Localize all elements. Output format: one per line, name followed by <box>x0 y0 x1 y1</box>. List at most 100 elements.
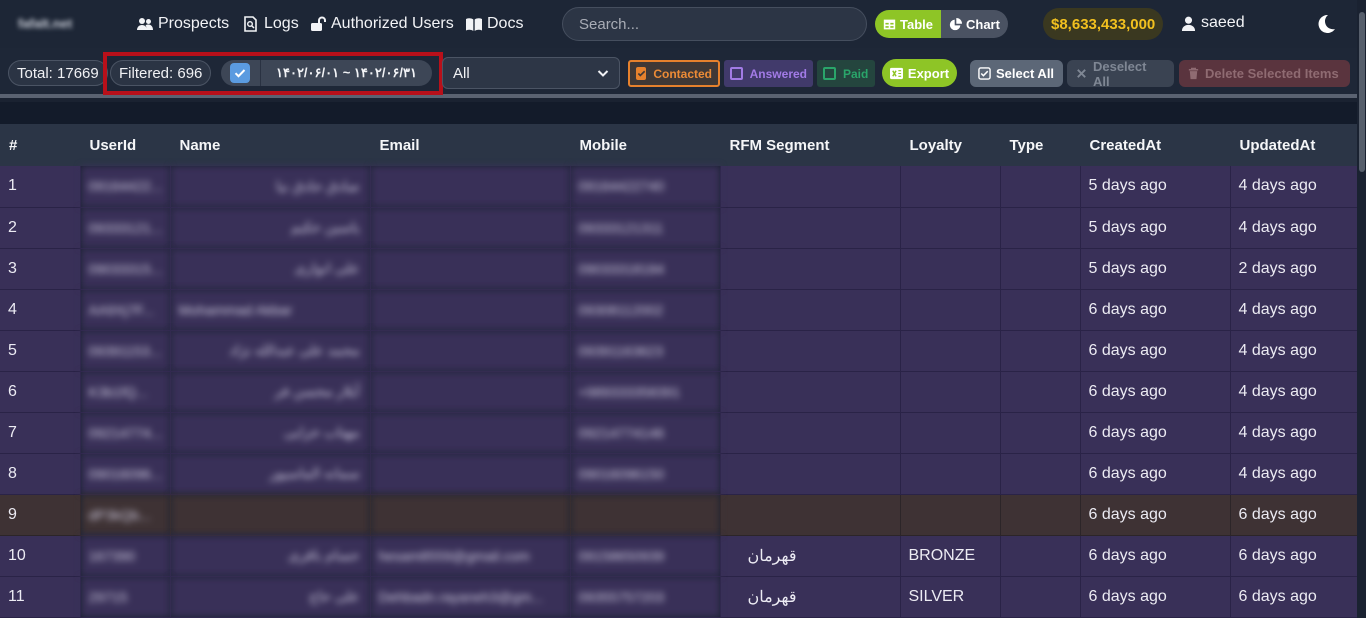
delete-selected-label: Delete Selected Items <box>1205 66 1339 81</box>
type-cell <box>1000 576 1081 618</box>
row-index-cell: 8 <box>0 453 81 495</box>
balance-badge: $8,633,433,000 <box>1043 8 1164 40</box>
name-cell: محمد علی عبدالله نژاد <box>170 330 371 372</box>
export-label: Export <box>907 65 950 81</box>
loyalty-cell <box>900 412 1001 454</box>
column-header[interactable]: UserId <box>80 124 171 166</box>
checkbox-empty-icon <box>823 67 836 80</box>
name-cell: حسام باقری <box>170 535 371 577</box>
user-id-cell: AA9Xj7F... <box>80 289 171 331</box>
table-row[interactable]: 4 AA9Xj7F... Mohammad Akbar 09308112002 6 da… <box>0 289 1357 331</box>
paid-label: Paid <box>843 66 869 81</box>
name-cell: مهتاب خزایی <box>170 412 371 454</box>
rfm-segment-cell <box>720 207 901 249</box>
deselect-all-button[interactable]: Deselect All <box>1067 58 1174 89</box>
column-header[interactable]: Type <box>1000 124 1081 166</box>
name-cell: Mohammad Akbar <box>170 289 371 331</box>
column-header[interactable]: Name <box>170 124 371 166</box>
prospects-table: # UserId Name Email Mobile RFM Segment Loyalty… <box>0 124 1357 618</box>
updated-at-cell: 6 days ago <box>1230 535 1357 577</box>
column-header[interactable]: # <box>0 124 81 166</box>
type-cell <box>1000 453 1081 495</box>
date-range-filter[interactable]: ۱۴۰۲/۰۶/۰۱ ~ ۱۴۰۲/۰۶/۳۱ <box>221 60 432 86</box>
table-row[interactable]: 8 09016096... سمانه الماسپور 09016096150 6 d… <box>0 453 1357 495</box>
updated-at-cell: 6 days ago <box>1230 576 1357 618</box>
moon-icon[interactable] <box>1315 13 1337 35</box>
contacted-label: Contacted <box>653 66 712 81</box>
status-select-value: All <box>453 64 470 82</box>
mobile-cell: 09214774146 <box>570 412 721 454</box>
table-row[interactable]: 5 09391153... محمد علی عبدالله نژاد 0939116… <box>0 330 1357 372</box>
deselect-all-label: Deselect All <box>1092 58 1147 89</box>
name-cell: علی حاج <box>170 576 371 618</box>
name-cell <box>170 494 371 536</box>
table-row[interactable]: 1 09164422... صادق حادق نیا 09164422740 5 da… <box>0 166 1357 208</box>
chart-view-label: Chart <box>966 16 1000 32</box>
answered-filter-toggle[interactable]: Answered <box>724 60 813 87</box>
file-search-icon <box>244 16 257 32</box>
view-toggle: Table Chart <box>875 10 1008 38</box>
trash-icon <box>1188 67 1199 80</box>
rfm-segment-cell <box>720 371 901 413</box>
nav-link-authorized-users[interactable]: Authorized Users <box>310 14 454 34</box>
column-header[interactable]: RFM Segment <box>720 124 901 166</box>
column-header[interactable]: CreatedAt <box>1080 124 1231 166</box>
book-icon <box>466 18 482 31</box>
user-id-cell: 09016096... <box>80 453 171 495</box>
user-menu[interactable]: saeed <box>1181 14 1245 32</box>
nav-link-label: Logs <box>264 15 299 32</box>
close-icon <box>1077 69 1086 78</box>
nav-link-label: Authorized Users <box>331 15 454 32</box>
table-row[interactable]: 9 dP3kQb... 6 days ago 6 days ago <box>0 494 1357 536</box>
table-row[interactable]: 11 29715 علی حاج Dehbadn.rayaneh3@gm... 0935… <box>0 576 1357 618</box>
table-row[interactable]: 2 09333121... یاسین حکیم 09333121311 5 days … <box>0 207 1357 249</box>
mobile-cell <box>570 494 721 536</box>
date-filter-checkbox[interactable] <box>230 63 250 83</box>
search-input[interactable] <box>562 7 867 41</box>
status-select[interactable]: All <box>442 57 620 89</box>
created-at-cell: 6 days ago <box>1080 289 1231 331</box>
check-icon <box>234 69 246 78</box>
nav-link-prospects[interactable]: Prospects <box>137 14 229 34</box>
contacted-filter-toggle[interactable]: Contacted <box>628 60 720 87</box>
updated-at-cell: 2 days ago <box>1230 248 1357 290</box>
brand-logo[interactable]: fafaIt.net <box>18 16 72 31</box>
column-header[interactable]: Email <box>370 124 571 166</box>
column-header[interactable]: Loyalty <box>900 124 1001 166</box>
created-at-cell: 6 days ago <box>1080 453 1231 495</box>
user-id-cell: 09333121... <box>80 207 171 249</box>
user-id-cell: dP3kQb... <box>80 494 171 536</box>
email-cell <box>370 289 571 331</box>
nav-link-docs[interactable]: Docs <box>466 14 523 34</box>
type-cell <box>1000 535 1081 577</box>
user-id-cell: 29715 <box>80 576 171 618</box>
email-cell <box>370 412 571 454</box>
table-row[interactable]: 3 09033315... علی انواری 09033318184 5 days … <box>0 248 1357 290</box>
table-row[interactable]: 7 09214774... مهتاب خزایی 09214774146 6 days… <box>0 412 1357 454</box>
column-header[interactable]: UpdatedAt <box>1230 124 1357 166</box>
created-at-cell: 5 days ago <box>1080 248 1231 290</box>
chart-view-button[interactable]: Chart <box>941 10 1008 38</box>
updated-at-cell: 4 days ago <box>1230 330 1357 372</box>
row-index-cell: 5 <box>0 330 81 372</box>
table-row[interactable]: 10 167390 حسام باقری hesam8559@gmail.com 091… <box>0 535 1357 577</box>
nav-link-logs[interactable]: Logs <box>243 14 299 34</box>
paid-filter-toggle[interactable]: Paid <box>817 60 875 87</box>
mobile-cell: 09164422740 <box>570 166 721 208</box>
table-view-button[interactable]: Table <box>875 10 941 38</box>
delete-selected-button[interactable]: Delete Selected Items <box>1179 60 1350 87</box>
table-row[interactable]: 6 K3b1fQ... آیلار محسن فر +989333358391 6 da… <box>0 371 1357 413</box>
rfm-segment-cell <box>720 330 901 372</box>
top-navbar: fafaIt.net Prospects Logs Authorized Use… <box>0 0 1366 48</box>
type-cell <box>1000 494 1081 536</box>
column-header[interactable]: Mobile <box>570 124 721 166</box>
rfm-segment-cell <box>720 248 901 290</box>
date-range-value: ۱۴۰۲/۰۶/۰۱ ~ ۱۴۰۲/۰۶/۳۱ <box>276 65 417 80</box>
user-id-cell: K3b1fQ... <box>80 371 171 413</box>
mobile-cell: 09355757203 <box>570 576 721 618</box>
users-icon <box>137 18 153 30</box>
select-all-button[interactable]: Select All <box>970 60 1063 87</box>
scrollbar-thumb[interactable] <box>1359 12 1365 172</box>
row-index-cell: 2 <box>0 207 81 249</box>
export-button[interactable]: Export <box>882 59 957 87</box>
